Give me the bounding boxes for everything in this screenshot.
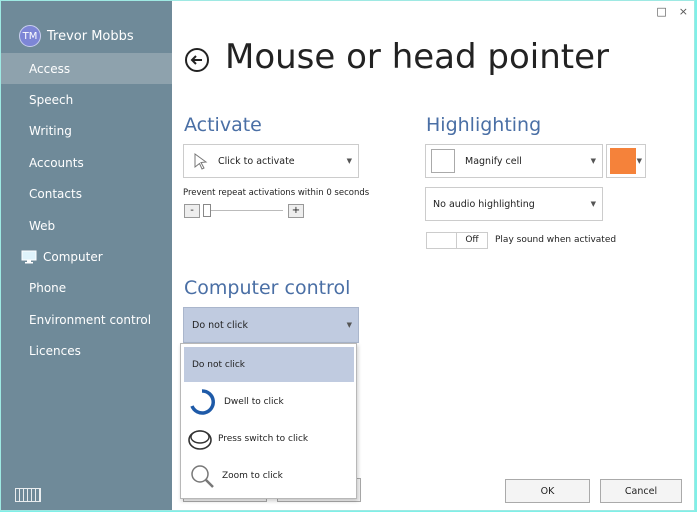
toggle-state: Off bbox=[456, 233, 487, 248]
maximize-button[interactable]: □ bbox=[656, 5, 666, 18]
highlight-style-value: Magnify cell bbox=[465, 155, 522, 167]
user-profile[interactable]: TM Trevor Mobbs bbox=[19, 25, 134, 47]
sidebar-item-label: Computer bbox=[43, 250, 103, 265]
chevron-down-icon: ▼ bbox=[590, 157, 596, 165]
sidebar-item-label: Phone bbox=[29, 281, 67, 296]
audio-highlighting-select[interactable]: No audio highlighting ▼ bbox=[425, 187, 603, 221]
increase-button[interactable]: + bbox=[288, 204, 304, 218]
sidebar: TM Trevor Mobbs Access Speech Writing Ac… bbox=[1, 1, 172, 510]
highlight-style-select[interactable]: Magnify cell ▼ bbox=[425, 144, 603, 178]
decrease-button[interactable]: - bbox=[184, 204, 200, 218]
sidebar-item-label: Accounts bbox=[29, 155, 84, 170]
dropdown-option-dwell-to-click[interactable]: Dwell to click bbox=[184, 384, 354, 419]
sidebar-item-label: Access bbox=[29, 61, 71, 76]
highlight-color-picker[interactable]: ▼ bbox=[606, 144, 646, 178]
chevron-down-icon: ▼ bbox=[346, 157, 352, 165]
computer-control-select[interactable]: Do not click ▼ bbox=[183, 307, 359, 343]
sidebar-item-phone[interactable]: Phone bbox=[1, 273, 172, 304]
activate-heading: Activate bbox=[184, 114, 262, 136]
sidebar-item-contacts[interactable]: Contacts bbox=[1, 179, 172, 210]
chevron-down-icon: ▼ bbox=[346, 321, 352, 329]
window-controls: □ × bbox=[656, 5, 688, 18]
sidebar-item-web[interactable]: Web bbox=[1, 210, 172, 241]
option-label: Do not click bbox=[192, 359, 246, 370]
activate-mode-select[interactable]: Click to activate ▼ bbox=[183, 144, 359, 178]
play-sound-label: Play sound when activated bbox=[495, 235, 617, 245]
sidebar-item-licences[interactable]: Licences bbox=[1, 336, 172, 367]
sidebar-item-label: Environment control bbox=[29, 312, 152, 327]
ok-button[interactable]: OK bbox=[505, 479, 590, 503]
option-label: Press switch to click bbox=[218, 433, 309, 444]
sidebar-item-speech[interactable]: Speech bbox=[1, 84, 172, 115]
option-label: Dwell to click bbox=[224, 396, 284, 407]
sidebar-item-environment-control[interactable]: Environment control bbox=[1, 304, 172, 335]
color-swatch bbox=[610, 148, 636, 174]
monitor-icon bbox=[21, 250, 37, 264]
prevent-repeat-label: Prevent repeat activations within 0 seco… bbox=[183, 188, 370, 198]
user-name: Trevor Mobbs bbox=[47, 28, 134, 44]
sidebar-item-label: Licences bbox=[29, 344, 81, 359]
audio-highlighting-value: No audio highlighting bbox=[433, 198, 535, 210]
back-arrow-icon[interactable] bbox=[184, 47, 210, 73]
chevron-down-icon: ▼ bbox=[590, 200, 596, 208]
pointer-icon bbox=[194, 153, 208, 170]
dropdown-option-press-switch-to-click[interactable]: Press switch to click bbox=[184, 421, 354, 456]
repeat-slider-track[interactable] bbox=[203, 210, 283, 211]
highlight-preview-swatch bbox=[431, 149, 455, 173]
cancel-button[interactable]: Cancel bbox=[600, 479, 682, 503]
option-label: Zoom to click bbox=[222, 470, 283, 481]
zoom-icon bbox=[191, 464, 214, 488]
computer-control-heading: Computer control bbox=[184, 277, 351, 299]
sidebar-item-label: Speech bbox=[29, 93, 74, 108]
sidebar-item-writing[interactable]: Writing bbox=[1, 116, 172, 147]
sidebar-item-computer[interactable]: Computer bbox=[1, 241, 172, 272]
activate-mode-value: Click to activate bbox=[218, 155, 295, 167]
sidebar-nav: Access Speech Writing Accounts Contacts … bbox=[1, 53, 172, 367]
close-button[interactable]: × bbox=[679, 5, 688, 18]
play-sound-toggle[interactable]: Off bbox=[426, 232, 488, 249]
sidebar-item-label: Writing bbox=[29, 124, 72, 139]
repeat-slider-thumb[interactable] bbox=[203, 204, 211, 217]
chevron-down-icon: ▼ bbox=[636, 157, 642, 165]
highlighting-heading: Highlighting bbox=[426, 114, 542, 136]
dropdown-option-zoom-to-click[interactable]: Zoom to click bbox=[184, 458, 354, 493]
sidebar-item-label: Contacts bbox=[29, 187, 82, 202]
page-title: Mouse or head pointer bbox=[225, 37, 610, 77]
dwell-icon bbox=[190, 388, 215, 415]
keyboard-icon[interactable] bbox=[15, 488, 41, 502]
avatar: TM bbox=[19, 25, 41, 47]
dropdown-option-do-not-click[interactable]: Do not click bbox=[184, 347, 354, 382]
sidebar-item-access[interactable]: Access bbox=[1, 53, 172, 85]
sidebar-item-label: Web bbox=[29, 218, 56, 233]
computer-control-value: Do not click bbox=[192, 319, 248, 331]
app-window: TM Trevor Mobbs Access Speech Writing Ac… bbox=[0, 0, 695, 511]
sidebar-item-accounts[interactable]: Accounts bbox=[1, 147, 172, 178]
computer-control-dropdown: Do not click Dwell to click Press switch… bbox=[180, 343, 357, 499]
switch-icon bbox=[188, 429, 212, 450]
